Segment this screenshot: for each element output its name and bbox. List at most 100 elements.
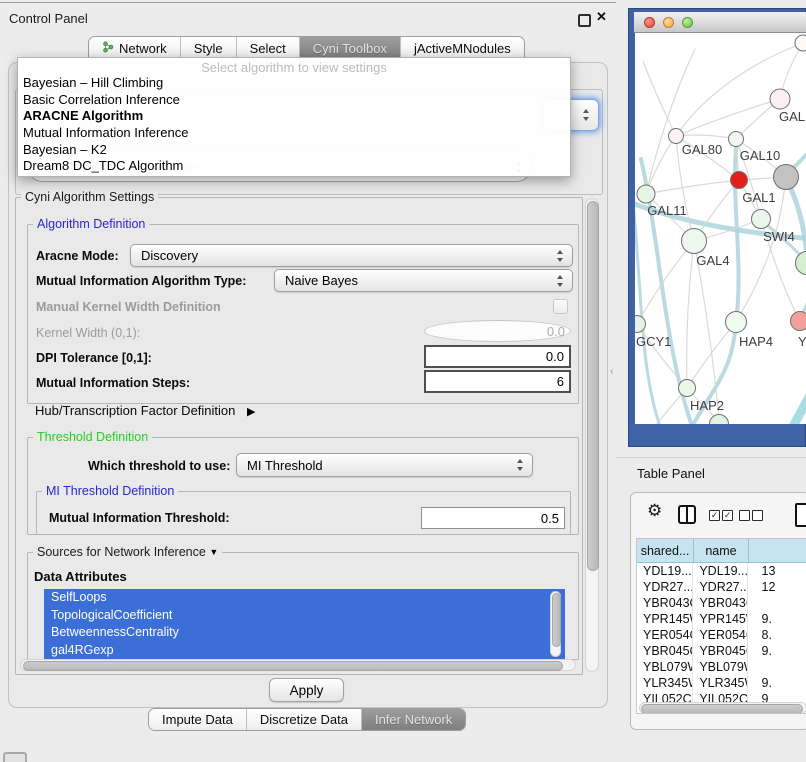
table-row[interactable]: YER054CYER054C8.: [637, 627, 806, 643]
dropdown-item-mutual-information-inference[interactable]: Mutual Information Inference: [18, 125, 570, 142]
network-edge[interactable]: [781, 379, 806, 424]
network-window-titlebar[interactable]: [634, 12, 806, 33]
settings-vertical-scrollbar[interactable]: [585, 198, 599, 672]
column-header-hidden[interactable]: [749, 539, 806, 562]
table-cell: YDR27...: [693, 579, 747, 595]
settings-horizontal-scrollbar-thumb[interactable]: [23, 661, 563, 671]
expand-right-icon[interactable]: ▶: [247, 405, 255, 418]
table-row[interactable]: YBR043CYBR043C: [637, 595, 806, 611]
network-edge[interactable]: [687, 241, 694, 388]
unchecked-box-icon[interactable]: [752, 510, 763, 521]
kernel-width-field[interactable]: 0.0: [424, 320, 571, 342]
hub-definition-row[interactable]: Hub/Transcription Factor Definition ▶: [35, 403, 255, 418]
unchecked-box-icon[interactable]: [739, 510, 750, 521]
tab-style[interactable]: Style: [181, 37, 237, 59]
network-node-y[interactable]: [791, 312, 806, 331]
dpi-tolerance-field[interactable]: 0.0: [424, 345, 571, 368]
tab-cyni-toolbox[interactable]: Cyni Toolbox: [300, 37, 401, 59]
collapse-down-icon[interactable]: ▼: [209, 547, 218, 557]
table-row[interactable]: YBR045CYBR045C9.: [637, 643, 806, 659]
tab-discretize-data[interactable]: Discretize Data: [247, 709, 362, 730]
mi-algorithm-type-combo[interactable]: Naive Bayes: [274, 269, 573, 292]
which-threshold-combo[interactable]: MI Threshold: [236, 453, 533, 477]
aracne-mode-combo[interactable]: Discovery: [130, 244, 573, 267]
table-horizontal-scrollbar[interactable]: [639, 702, 806, 714]
attribute-item-topologicalcoefficient[interactable]: TopologicalCoefficient: [44, 607, 565, 625]
tab-label: Select: [250, 41, 286, 56]
attribute-item-selfloops[interactable]: SelfLoops: [44, 589, 565, 607]
table-row[interactable]: YDL19...YDL19...13: [637, 563, 806, 579]
attribute-item-gal4rgexp[interactable]: gal4RGexp: [44, 642, 565, 660]
network-edge[interactable]: [801, 276, 806, 316]
network-node[interactable]: [710, 415, 729, 425]
tab-select[interactable]: Select: [237, 37, 300, 59]
spinner-icon: [557, 275, 564, 287]
aracne-mode-label: Aracne Mode:: [36, 249, 119, 263]
network-node-gal1[interactable]: [731, 172, 748, 189]
dropdown-item-dream8-dc-tdc-algorithm[interactable]: Dream8 DC_TDC Algorithm: [18, 158, 570, 175]
network-node-gal10[interactable]: [729, 132, 744, 147]
table-row[interactable]: YPR145WYPR145W9.: [637, 611, 806, 627]
tab-infer-network[interactable]: Infer Network: [362, 709, 465, 730]
network-node-gal11[interactable]: [637, 185, 655, 203]
dropdown-item-bayesian-k2[interactable]: Bayesian – K2: [18, 142, 570, 159]
network-node-gal4[interactable]: [682, 229, 707, 254]
panel-divider-handle[interactable]: ‹: [610, 366, 613, 377]
dock-corner-chip[interactable]: [3, 752, 27, 762]
settings-vertical-scrollbar-thumb[interactable]: [587, 201, 599, 571]
network-node-gal[interactable]: [770, 89, 790, 109]
attributes-scrollbar[interactable]: [550, 591, 561, 657]
network-node-hap2[interactable]: [679, 380, 696, 397]
dropdown-item-bayesian-hill-climbing[interactable]: Bayesian – Hill Climbing: [18, 75, 570, 92]
network-node[interactable]: [795, 35, 806, 51]
table-row[interactable]: YDR27...YDR27...12: [637, 579, 806, 595]
document-icon[interactable]: [795, 503, 806, 527]
attribute-item-betweennesscentrality[interactable]: BetweennessCentrality: [44, 624, 565, 642]
float-panel-icon[interactable]: [578, 14, 591, 27]
checked-box-icon[interactable]: ✓: [709, 510, 720, 521]
column-header-shared[interactable]: shared...: [637, 539, 694, 562]
cyni-algorithm-settings-group: Cyni Algorithm Settings Algorithm Defini…: [15, 197, 583, 675]
close-icon[interactable]: ✕: [596, 9, 607, 25]
network-edge[interactable]: [643, 61, 676, 136]
table-row[interactable]: YLR345WYLR345W9.: [637, 675, 806, 691]
dropdown-item-basic-correlation-inference[interactable]: Basic Correlation Inference: [18, 92, 570, 109]
network-edge[interactable]: [646, 180, 739, 194]
tab-label: Infer Network: [375, 712, 452, 727]
column-header-name[interactable]: name: [694, 539, 749, 562]
tab-impute-data[interactable]: Impute Data: [149, 709, 247, 730]
mi-threshold-field[interactable]: 0.5: [421, 507, 565, 529]
mi-algorithm-type-label: Mutual Information Algorithm Type:: [36, 274, 246, 288]
network-edge[interactable]: [676, 135, 736, 139]
window-top-edge: [0, 2, 616, 3]
manual-kernel-width-checkbox[interactable]: [553, 299, 568, 314]
zoom-window-icon[interactable]: [682, 17, 693, 28]
network-node-swi4[interactable]: [752, 210, 771, 229]
table-row[interactable]: YBL079WYBL079W: [637, 659, 806, 675]
table-cell: 9.: [748, 611, 806, 627]
minimize-window-icon[interactable]: [663, 17, 674, 28]
network-edge[interactable]: [646, 136, 676, 194]
tab-label: jActiveMNodules: [414, 41, 511, 56]
dropdown-item-aracne-algorithm[interactable]: ARACNE Algorithm: [18, 108, 570, 125]
tab-jactivemnodules[interactable]: jActiveMNodules: [401, 37, 524, 59]
network-node[interactable]: [774, 165, 799, 190]
tab-network[interactable]: Network: [89, 37, 181, 59]
network-edge[interactable]: [676, 99, 780, 136]
table-cell: YBL079W: [637, 659, 693, 675]
checked-box-icon[interactable]: ✓: [722, 510, 733, 521]
close-window-icon[interactable]: [644, 17, 655, 28]
apply-button[interactable]: Apply: [269, 678, 344, 702]
gear-icon[interactable]: ⚙: [647, 501, 662, 521]
mi-steps-field[interactable]: 6: [424, 370, 571, 393]
network-node[interactable]: [796, 252, 806, 275]
cyni-mode-tab-bar: Impute DataDiscretize Data Infer Network: [148, 708, 466, 731]
attributes-scrollbar-thumb[interactable]: [552, 593, 561, 647]
columns-icon[interactable]: [678, 505, 696, 524]
network-canvas[interactable]: GALGAL80GAL10GAL1GAL11SWI4GAL4GCY1HAP4YH…: [635, 33, 806, 424]
spinner-icon: [557, 250, 564, 262]
network-edge[interactable]: [786, 178, 806, 261]
network-node-hap4[interactable]: [726, 312, 747, 333]
settings-horizontal-scrollbar[interactable]: [20, 659, 576, 671]
table-horizontal-scrollbar-thumb[interactable]: [641, 704, 803, 714]
